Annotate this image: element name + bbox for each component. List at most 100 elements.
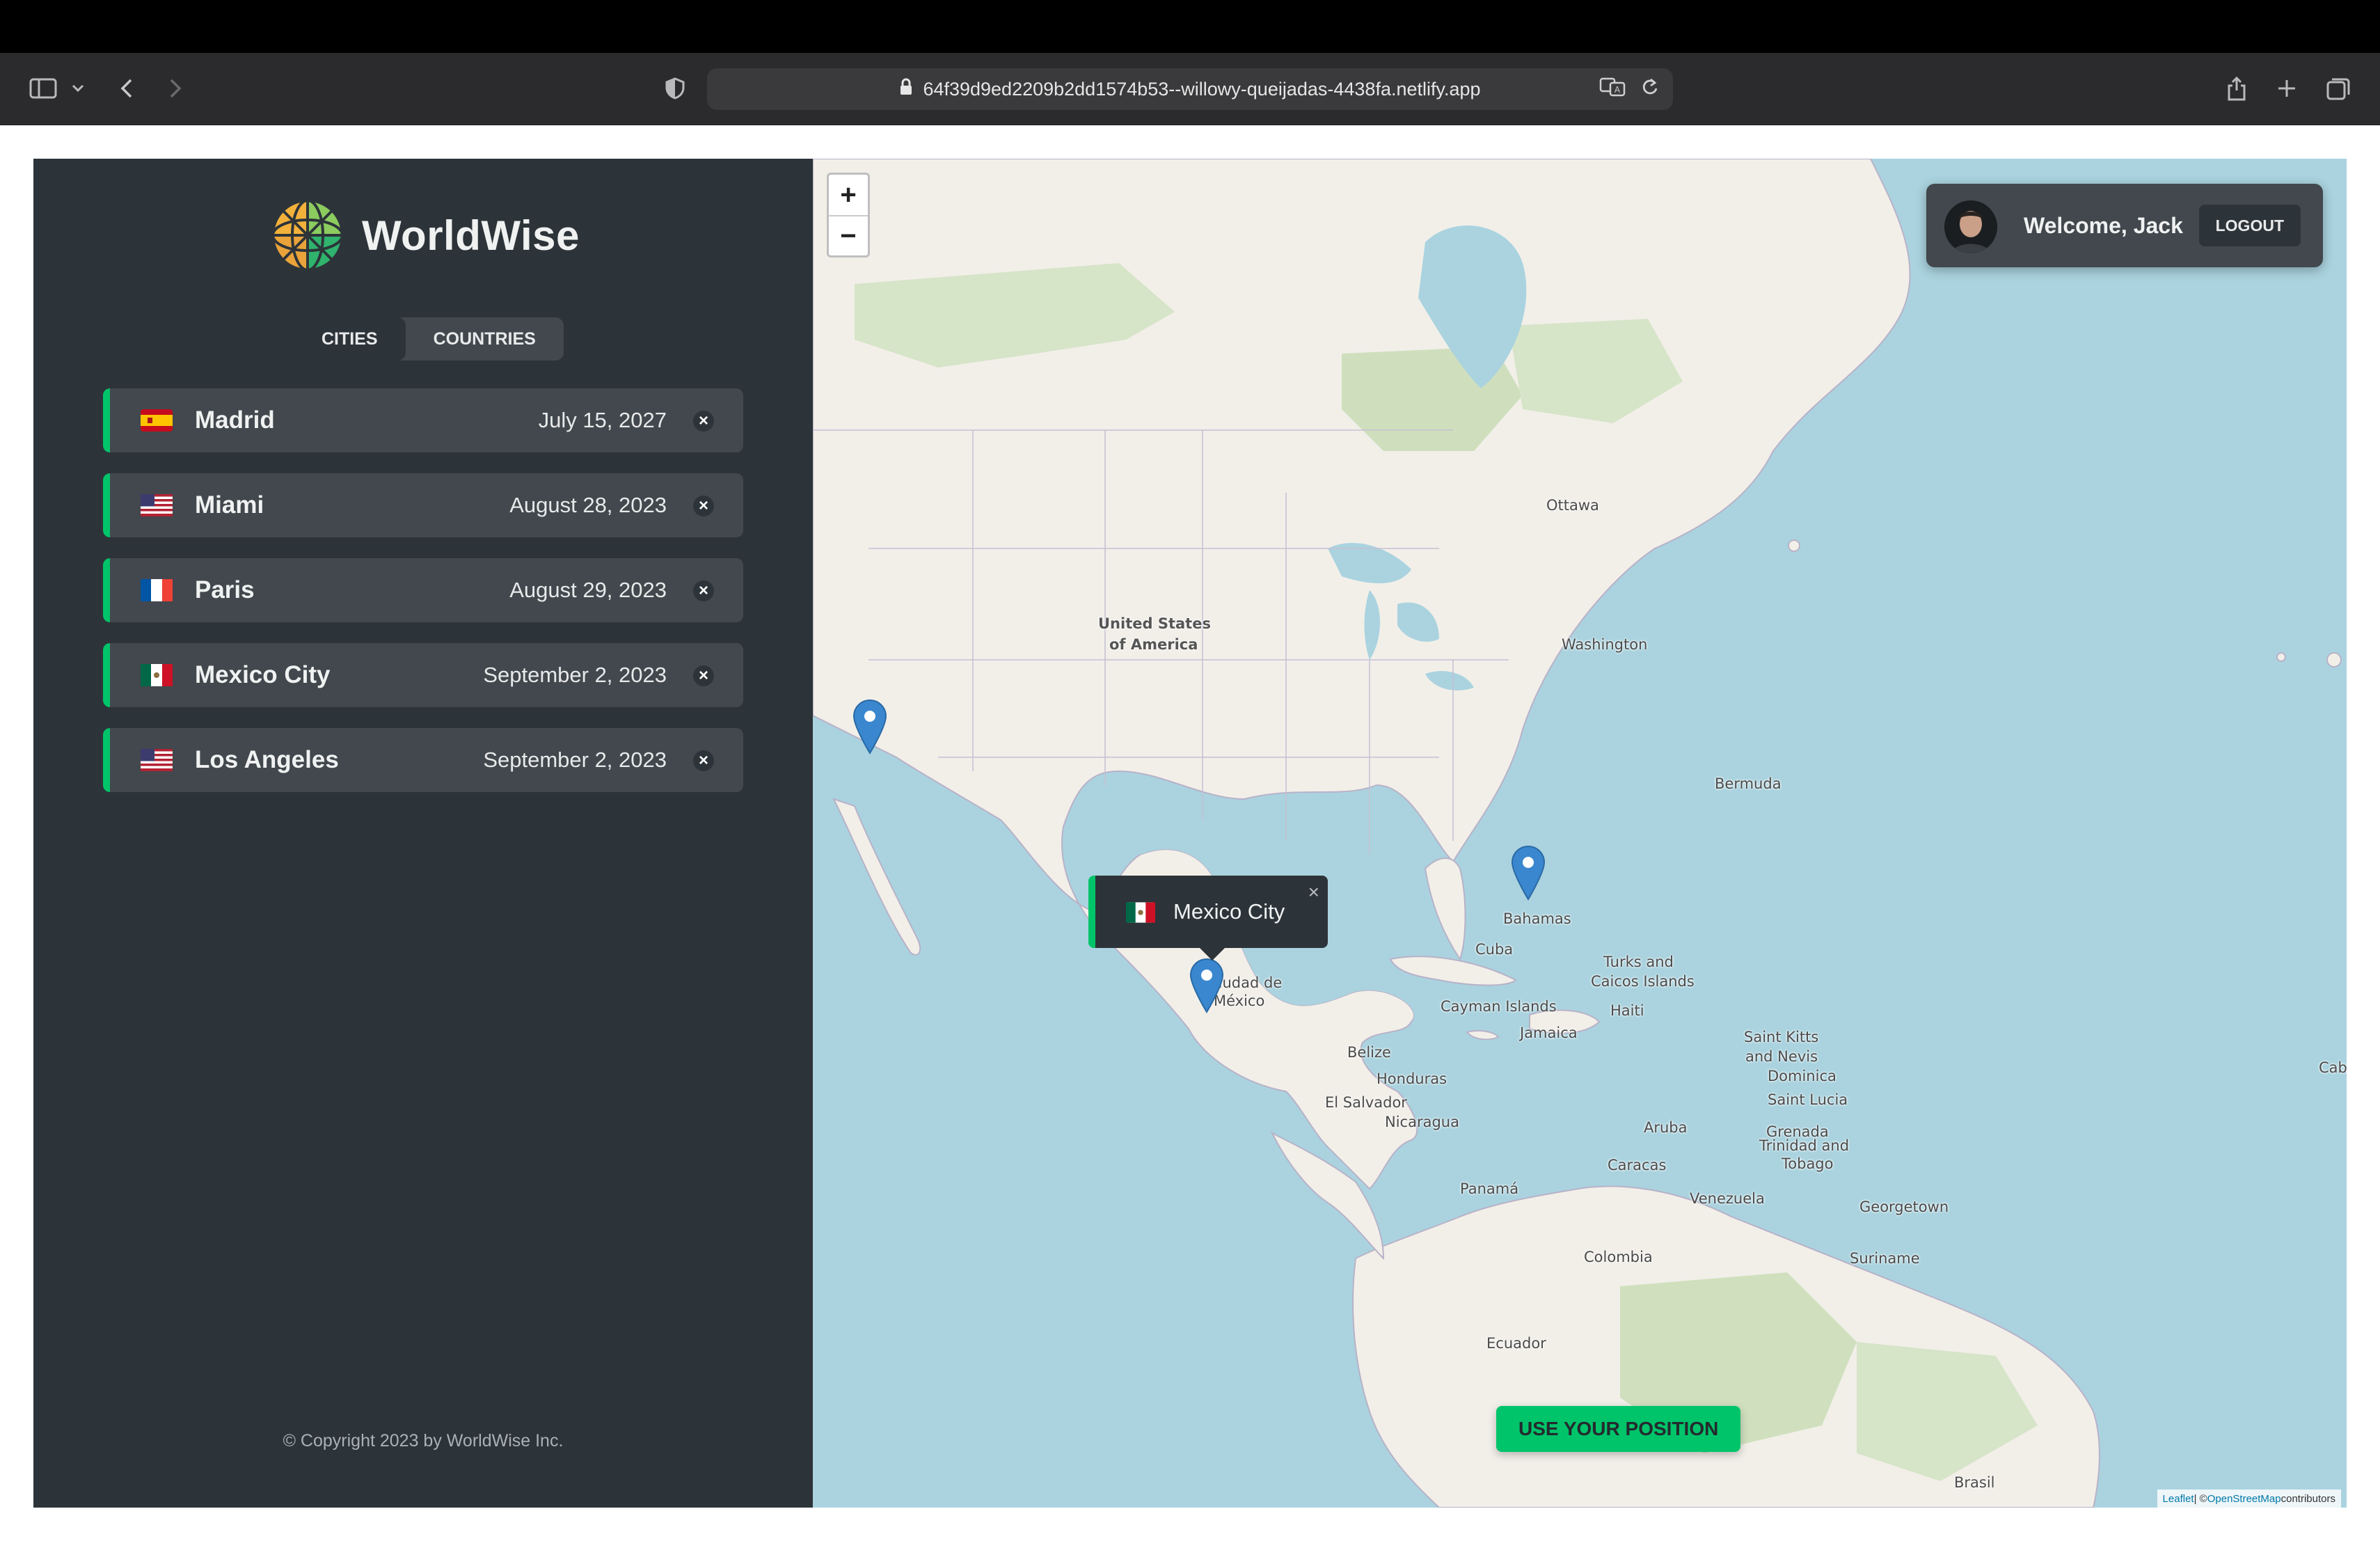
attribution-contributors: contributors [2280, 1492, 2335, 1505]
logout-button[interactable]: LOGOUT [2198, 205, 2301, 246]
map-label: Cab [2319, 1059, 2347, 1076]
map-label: El Salvador [1325, 1094, 1407, 1111]
avatar [1944, 200, 1997, 253]
address-bar[interactable]: 64f39d9ed2209b2dd1574b53--willowy-queija… [707, 68, 1673, 110]
france-flag-icon [141, 579, 173, 601]
city-item-paris[interactable]: Paris August 29, 2023 × [103, 558, 743, 622]
popup-city-name: Mexico City [1173, 899, 1285, 924]
map-background [813, 159, 2342, 1508]
city-name: Miami [195, 491, 264, 519]
delete-city-button[interactable]: × [693, 496, 714, 516]
zoom-control: + − [827, 173, 870, 258]
openstreetmap-link[interactable]: OpenStreetMap [2207, 1493, 2281, 1505]
map-label: Jamaica [1520, 1025, 1578, 1041]
city-date: August 29, 2023 [509, 578, 667, 602]
delete-city-button[interactable]: × [693, 665, 714, 686]
map[interactable]: Ottawa United States of America Washingt… [813, 159, 2347, 1508]
map-label: Nicaragua [1385, 1114, 1459, 1130]
map-marker-icon[interactable] [1511, 845, 1546, 901]
map-label: Honduras [1377, 1070, 1447, 1087]
city-item-los-angeles[interactable]: Los Angeles September 2, 2023 × [103, 728, 743, 792]
map-label: Tobago [1782, 1155, 1834, 1172]
forward-icon[interactable] [163, 68, 188, 109]
globe-logo-icon [271, 198, 344, 272]
welcome-text: Welcome, Jack [2024, 212, 2183, 238]
zoom-out-button[interactable]: − [829, 215, 868, 255]
mexico-flag-icon [141, 664, 173, 686]
map-label: Colombia [1584, 1249, 1653, 1265]
map-label: Bermuda [1715, 775, 1782, 792]
city-name: Paris [195, 576, 255, 603]
new-tab-icon[interactable] [2273, 68, 2301, 109]
tab-countries[interactable]: COUNTRIES [406, 317, 564, 361]
map-label: Bahamas [1503, 910, 1571, 927]
map-label: Belize [1347, 1044, 1391, 1061]
tab-cities[interactable]: CITIES [294, 317, 406, 361]
map-label: Dominica [1768, 1068, 1836, 1084]
menu-bar [0, 0, 2380, 53]
map-label: Caicos Islands [1591, 973, 1695, 990]
map-label: and Nevis [1745, 1048, 1818, 1065]
city-date: July 15, 2027 [538, 408, 667, 432]
svg-text:A: A [1615, 85, 1621, 95]
map-marker-icon[interactable] [1189, 958, 1224, 1013]
map-label: United States [1098, 615, 1211, 632]
browser-toolbar: 64f39d9ed2209b2dd1574b53--willowy-queija… [0, 53, 2380, 125]
city-item-mexico-city[interactable]: Mexico City September 2, 2023 × [103, 643, 743, 707]
user-box: Welcome, Jack LOGOUT [1926, 184, 2323, 267]
city-item-miami[interactable]: Miami August 28, 2023 × [103, 473, 743, 537]
map-label: Haiti [1610, 1002, 1644, 1019]
map-label: of America [1109, 636, 1198, 653]
city-name: Madrid [195, 406, 275, 434]
map-label: Saint Lucia [1768, 1091, 1848, 1108]
map-label: Washington [1562, 636, 1648, 653]
map-label: Trinidad and [1759, 1137, 1850, 1154]
tab-overview-icon[interactable] [2324, 68, 2352, 109]
share-icon[interactable] [2223, 68, 2251, 109]
privacy-shield-icon[interactable] [663, 68, 688, 109]
translate-icon[interactable]: A [1599, 77, 1626, 102]
sidebar: WorldWise CITIES COUNTRIES Madrid July 1… [33, 159, 813, 1508]
popup-close-button[interactable]: × [1308, 881, 1319, 903]
map-label: Suriname [1850, 1250, 1920, 1267]
lock-icon [899, 78, 913, 101]
city-date: September 2, 2023 [483, 663, 667, 687]
url-text: 64f39d9ed2209b2dd1574b53--willowy-queija… [923, 78, 1481, 100]
chevron-down-icon[interactable] [68, 68, 88, 109]
map-label: Venezuela [1690, 1190, 1765, 1207]
app-layout: WorldWise CITIES COUNTRIES Madrid July 1… [33, 159, 2347, 1508]
map-attribution: Leaflet | © OpenStreetMap contributors [2157, 1489, 2341, 1508]
city-item-madrid[interactable]: Madrid July 15, 2027 × [103, 388, 743, 452]
delete-city-button[interactable]: × [693, 580, 714, 601]
usa-flag-icon [141, 494, 173, 516]
map-label: Saint Kitts [1744, 1029, 1819, 1045]
reload-icon[interactable] [1641, 77, 1659, 102]
logo-text: WorldWise [362, 212, 580, 259]
map-label: Panamá [1460, 1180, 1519, 1197]
logo[interactable]: WorldWise [270, 198, 580, 273]
city-popup[interactable]: Mexico City × [1088, 876, 1328, 961]
delete-city-button[interactable]: × [693, 411, 714, 432]
attribution-separator: | © [2193, 1492, 2207, 1505]
usa-flag-icon [141, 749, 173, 771]
city-name: Mexico City [195, 661, 331, 688]
spain-flag-icon [141, 409, 173, 432]
copyright: © Copyright 2023 by WorldWise Inc. [283, 1431, 564, 1451]
mexico-flag-icon [1126, 902, 1155, 923]
map-marker-icon[interactable] [852, 699, 887, 754]
map-label: Ottawa [1546, 497, 1599, 514]
map-label: Caracas [1608, 1157, 1667, 1173]
map-label: Turks and [1603, 954, 1674, 970]
map-label: Cayman Islands [1441, 998, 1557, 1015]
tab-switcher: CITIES COUNTRIES [294, 317, 564, 361]
city-date: September 2, 2023 [483, 748, 667, 772]
back-icon[interactable] [114, 68, 139, 109]
use-your-position-button[interactable]: USE YOUR POSITION [1496, 1406, 1741, 1452]
delete-city-button[interactable]: × [693, 750, 714, 771]
sidebar-toggle-icon[interactable] [26, 68, 60, 109]
map-label: Cuba [1475, 941, 1514, 958]
zoom-in-button[interactable]: + [829, 175, 868, 215]
map-label: Aruba [1644, 1119, 1688, 1136]
map-label: Georgetown [1859, 1199, 1949, 1215]
leaflet-link[interactable]: Leaflet [2163, 1493, 2194, 1505]
